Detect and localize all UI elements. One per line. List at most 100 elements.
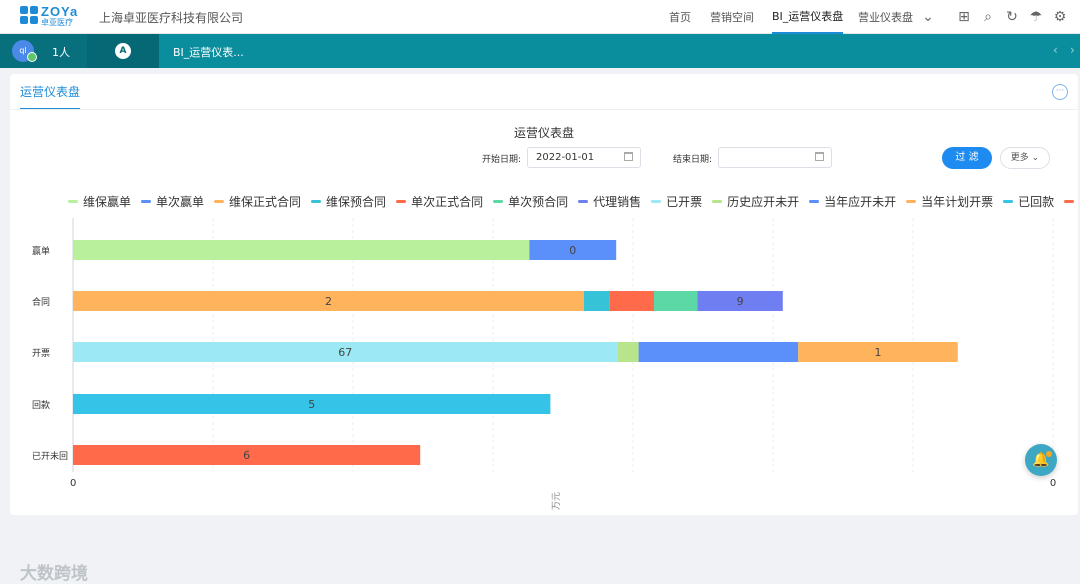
tab-bi-dashboard[interactable]: BI_运营仪表... xyxy=(173,44,244,60)
legend-item[interactable]: 维保预合同 xyxy=(311,193,386,210)
legend-label: 代理销售 xyxy=(593,195,642,209)
legend-label: 单次正式合同 xyxy=(411,195,484,209)
tab-bar: ql 1人 A BI_运营仪表... ‹ › xyxy=(0,34,1080,68)
start-date-value: 2022-01-01 xyxy=(536,152,595,163)
bar-segment xyxy=(654,291,698,311)
start-date-input[interactable]: 2022-01-01 xyxy=(527,147,641,168)
x-tick-label: 0 xyxy=(1050,478,1056,489)
watermark: 大数跨境 xyxy=(20,564,88,584)
nav-sales-dashboard[interactable]: 营业仪表盘 xyxy=(858,0,913,34)
more-button[interactable]: 更多 ⌄ xyxy=(1000,147,1050,169)
bar-segment xyxy=(73,240,530,260)
data-label: 5 xyxy=(308,398,315,411)
logo-mark-icon xyxy=(20,6,38,24)
settings-icon[interactable]: ⚙ xyxy=(1052,9,1068,25)
chart-legend: 维保赢单 单次赢单 维保正式合同 维保预合同 单次正式合同 单次预合同 代理销售 已开票 历史应… xyxy=(68,193,1080,210)
online-user-count: 1人 xyxy=(52,46,70,59)
category-label: 回款 xyxy=(32,399,50,411)
bar-segment xyxy=(584,291,610,311)
legend-item[interactable]: 代理销售 xyxy=(578,193,641,210)
chevron-down-icon[interactable]: ⌄ xyxy=(920,9,936,25)
legend-label: 维保正式合同 xyxy=(229,195,302,209)
legend-swatch xyxy=(578,200,589,203)
legend-item[interactable]: 已开未回 xyxy=(1064,193,1080,210)
dashboard-panel: 运营仪表盘 ··· 运营仪表盘 开始日期: 2022-01-01 结束日期: 过… xyxy=(10,74,1080,584)
legend-swatch xyxy=(396,200,407,203)
data-label: 2 xyxy=(325,295,332,308)
legend-item[interactable]: 维保正式合同 xyxy=(214,193,301,210)
dashboard-title: 运营仪表盘 xyxy=(513,126,574,140)
apps-icon[interactable]: ⊞ xyxy=(956,9,972,25)
nav-bi-dashboard[interactable]: BI_运营仪表盘 xyxy=(772,0,844,34)
tab-operations-dashboard[interactable]: 运营仪表盘 xyxy=(20,83,81,110)
legend-swatch xyxy=(141,200,152,203)
stacked-bar-chart: 赢单合同开票回款已开未回 0 2 9 67 1 5 6 0 0 万元 xyxy=(32,218,1056,510)
legend-swatch xyxy=(809,200,820,203)
legend-label: 历史应开未开 xyxy=(727,195,800,209)
nav-home[interactable]: 首页 xyxy=(669,0,691,34)
notification-badge xyxy=(1046,451,1052,457)
legend-swatch xyxy=(1064,200,1075,203)
nav-marketing-space[interactable]: 营销空间 xyxy=(710,0,754,34)
data-label: 9 xyxy=(737,295,744,308)
company-logo[interactable]: ZOYa 卓亚医疗 xyxy=(20,4,82,28)
legend-swatch xyxy=(906,200,917,203)
legend-item[interactable]: 单次正式合同 xyxy=(396,193,483,210)
divider xyxy=(10,109,1078,110)
notification-bell-icon[interactable]: 🔔 xyxy=(1025,444,1057,476)
bar-segment xyxy=(617,342,639,362)
filter-button[interactable]: 过 滤 xyxy=(942,147,992,169)
legend-item[interactable]: 已回款 xyxy=(1003,193,1054,210)
more-options-icon[interactable]: ··· xyxy=(1052,84,1068,100)
refresh-icon[interactable]: ↻ xyxy=(1004,9,1020,25)
legend-item[interactable]: 历史应开未开 xyxy=(712,193,799,210)
legend-label: 单次赢单 xyxy=(156,195,205,209)
data-label: 1 xyxy=(875,346,882,359)
legend-item[interactable]: 单次预合同 xyxy=(493,193,568,210)
end-date-label: 结束日期: xyxy=(673,155,713,165)
tab-scroll-right-icon[interactable]: › xyxy=(1070,43,1075,57)
legend-item[interactable]: 单次赢单 xyxy=(141,193,204,210)
legend-label: 单次预合同 xyxy=(508,195,569,209)
legend-label: 当年计划开票 xyxy=(921,195,994,209)
online-users-tab[interactable]: ql 1人 xyxy=(0,34,87,68)
logo-subtext: 卓亚医疗 xyxy=(41,18,73,27)
legend-label: 已回款 xyxy=(1018,195,1055,209)
category-label: 已开未回 xyxy=(32,450,68,462)
legend-label: 维保预合同 xyxy=(326,195,387,209)
home-logo-icon[interactable]: A xyxy=(115,43,131,59)
category-label: 赢单 xyxy=(32,245,50,257)
company-name: 上海卓亚医疗科技有限公司 xyxy=(99,11,244,25)
data-label: 67 xyxy=(338,346,352,359)
online-check-icon xyxy=(27,52,37,62)
legend-swatch xyxy=(712,200,723,203)
bar-segment xyxy=(638,342,799,362)
bar-segment xyxy=(609,291,654,311)
category-label: 开票 xyxy=(32,348,50,359)
x-tick-label: 0 xyxy=(70,478,76,489)
legend-swatch xyxy=(214,200,225,203)
legend-label: 维保赢单 xyxy=(83,195,132,209)
legend-swatch xyxy=(311,200,322,203)
legend-item[interactable]: 当年计划开票 xyxy=(906,193,993,210)
calendar-icon xyxy=(815,152,824,161)
legend-item[interactable]: 维保赢单 xyxy=(68,193,131,210)
category-label: 合同 xyxy=(32,296,50,308)
end-date-input[interactable] xyxy=(718,147,832,168)
data-label: 6 xyxy=(243,449,250,462)
start-date-label: 开始日期: xyxy=(482,155,522,165)
legend-swatch xyxy=(68,200,78,203)
legend-label: 已开票 xyxy=(666,195,703,209)
skin-icon[interactable]: ☂ xyxy=(1028,9,1044,25)
data-label: 0 xyxy=(569,244,576,257)
tab-scroll-left-icon[interactable]: ‹ xyxy=(1053,43,1058,57)
top-bar: ZOYa 卓亚医疗 上海卓亚医疗科技有限公司 首页 营销空间 BI_运营仪表盘 … xyxy=(0,0,1080,34)
x-axis-unit: 万元 xyxy=(552,492,562,510)
search-icon[interactable]: ⌕ xyxy=(980,9,996,25)
legend-item[interactable]: 当年应开未开 xyxy=(809,193,896,210)
legend-swatch xyxy=(651,200,662,203)
legend-label: 当年应开未开 xyxy=(824,195,897,209)
legend-item[interactable]: 已开票 xyxy=(651,193,702,210)
legend-swatch xyxy=(493,200,504,203)
legend-swatch xyxy=(1003,200,1014,203)
